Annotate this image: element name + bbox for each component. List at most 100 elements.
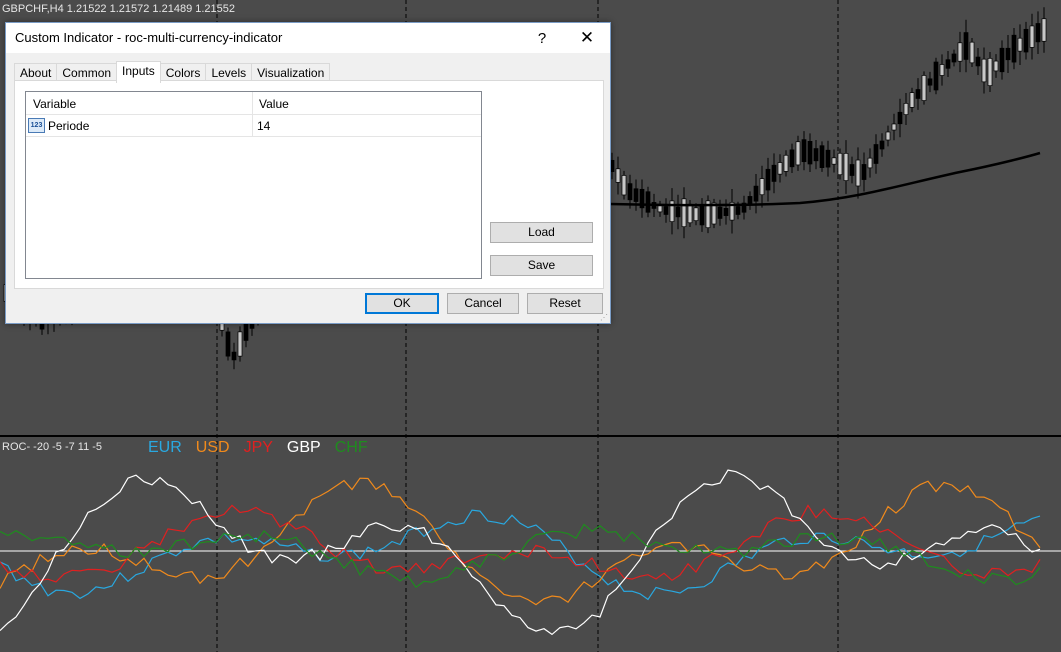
candle-body [873,144,879,164]
candle-body [975,56,981,67]
ok-button[interactable]: OK [365,293,439,314]
candle-body [759,178,765,196]
symbol-header: GBPCHF,H4 1.21522 1.21572 1.21489 1.2155… [2,3,236,15]
candle-body [957,42,963,62]
candle-body [987,58,993,86]
numeric-param-icon: 123 [28,118,45,133]
currency-legend: EUR USD JPY GBP CHF [148,439,368,457]
candle-body [1023,28,1029,53]
candle-body [849,164,855,176]
candle-body [951,53,957,63]
candle-body [771,164,777,182]
candle-body [831,157,837,165]
grid-header: Variable Value [26,92,481,115]
candle-body [1029,25,1035,48]
candle-body [645,191,651,213]
candle-body [819,145,825,168]
roc-line-usd [0,477,1041,606]
candle-body [909,92,915,108]
candle-body [681,198,687,228]
candle-body [687,203,693,224]
legend-usd: USD [195,439,230,456]
custom-indicator-dialog: Custom Indicator - roc-multi-currency-in… [5,22,611,324]
candle-body [891,123,897,131]
candle-body [825,149,831,168]
dialog-titlebar[interactable]: Custom Indicator - roc-multi-currency-in… [6,23,610,53]
candle-body [969,41,975,64]
candle-body [903,103,909,115]
candle-body [237,331,243,357]
inputs-panel: Variable Value 123 Periode 14 Load Save [14,80,604,289]
load-button[interactable]: Load [490,222,593,243]
candle-body [657,205,663,213]
legend-jpy: JPY [243,439,273,456]
legend-gbp: GBP [286,439,321,456]
legend-eur: EUR [148,439,182,456]
candle-body [921,75,927,101]
candle-body [693,207,699,222]
candle-body [939,64,945,76]
candle-body [717,206,723,219]
roc-lines [0,469,1041,636]
help-icon[interactable]: ? [522,25,562,51]
candle-body [753,185,759,202]
indicator-header: ROC- -20 -5 -7 11 -5 [2,441,103,453]
candle-body [801,139,807,163]
cancel-button[interactable]: Cancel [447,293,519,314]
table-row[interactable]: 123 Periode 14 [26,115,481,137]
candle-body [765,168,771,191]
candle-body [783,154,789,172]
candle-body [225,331,231,357]
dialog-tabs: About Common Inputs Colors Levels Visual… [14,61,331,83]
candle-body [231,351,237,361]
candle-body [813,148,819,162]
row-divider [252,115,253,136]
candle-body [843,153,849,181]
resize-grip-icon[interactable]: ⋰ [600,313,608,322]
candle-body [861,164,867,180]
row-variable: Periode [48,119,90,133]
candle-body [243,323,249,341]
candle-body [963,32,969,60]
legend-chf: CHF [334,439,368,456]
candle-body [663,206,669,215]
column-divider[interactable] [252,92,253,114]
candle-body [885,131,891,141]
candle-body [807,140,813,165]
candle-body [837,152,843,176]
reset-button[interactable]: Reset [527,293,603,314]
candle-body [789,149,795,168]
inputs-grid: Variable Value 123 Periode 14 [25,91,482,279]
candle-body [795,141,801,166]
close-icon[interactable]: ✕ [567,25,607,51]
candle-body [867,157,873,169]
candle-body [999,47,1005,73]
moving-average-line [609,151,1041,207]
candle-body [855,159,861,187]
candle-body [1011,34,1017,63]
candle-body [633,188,639,202]
candle-body [627,183,633,201]
candle-body [915,89,921,99]
candle-body [1017,37,1023,52]
candle-body [735,206,741,215]
candle-body [981,58,987,83]
candle-body [699,204,705,226]
candle-body [993,60,999,72]
candle-body [879,140,885,150]
candle-body [1041,18,1047,42]
candle-body [615,168,621,183]
candle-body [945,59,951,69]
roc-line-chf [0,523,1041,589]
candle-body [777,162,783,175]
candle-body [621,175,627,196]
column-header-variable[interactable]: Variable [33,97,76,111]
dialog-title: Custom Indicator - roc-multi-currency-in… [15,30,283,45]
save-button[interactable]: Save [490,255,593,276]
column-header-value[interactable]: Value [259,97,289,111]
tab-inputs[interactable]: Inputs [116,61,161,83]
candle-body [927,78,933,86]
candle-body [933,61,939,91]
row-value[interactable]: 14 [257,119,270,133]
candle-body [897,111,903,125]
